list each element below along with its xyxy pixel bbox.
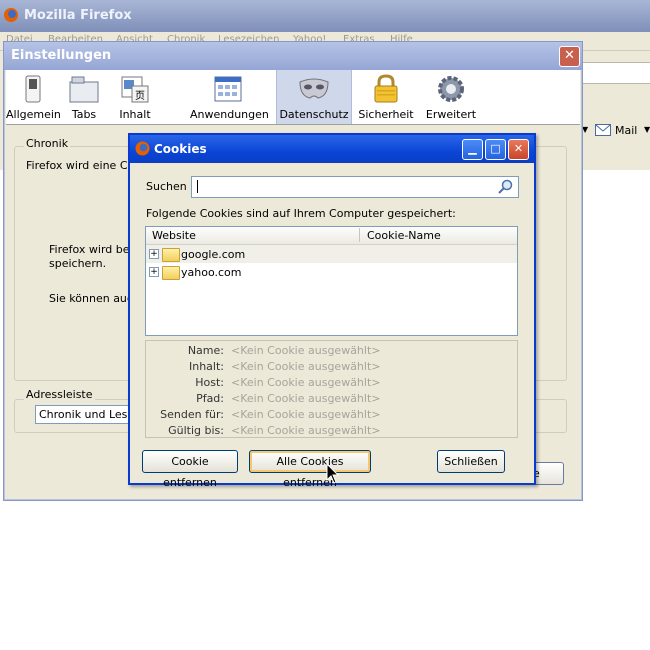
detail-value-senden: <Kein Cookie ausgewählt>	[231, 408, 381, 421]
detail-label-host: Host:	[195, 376, 224, 389]
close-icon: ✕	[564, 48, 575, 63]
svg-text:页: 页	[135, 90, 145, 102]
mask-icon	[299, 78, 329, 99]
close-button[interactable]: Schließen	[437, 450, 505, 473]
tab-label: Inhalt	[119, 108, 151, 121]
tab-anwendungen[interactable]: Anwendungen	[190, 70, 269, 124]
adressleiste-value: Chronik und Leseze	[39, 408, 132, 421]
expand-icon[interactable]: +	[149, 267, 159, 277]
tab-erweitert[interactable]: Erweitert	[422, 70, 480, 124]
site-name: yahoo.com	[181, 266, 242, 279]
mail-dropdown-icon: ▼	[644, 125, 650, 134]
content-icon: 页	[121, 76, 149, 103]
cookies-dialog: Cookies ▁ □ ✕ Suchen Folgende Cookies si…	[128, 133, 536, 489]
cookies-close-button[interactable]: ✕	[508, 139, 529, 160]
expand-icon[interactable]: +	[149, 249, 159, 259]
firefox-url-field[interactable]	[580, 62, 650, 84]
mail-button[interactable]: ▼ Mail ▼	[580, 118, 650, 144]
detail-label-senden: Senden für:	[160, 408, 224, 421]
preferences-title: Einstellungen	[11, 48, 112, 63]
tab-label: Datenschutz	[279, 108, 349, 121]
preferences-toolbar: Allgemein Tabs 页 Inhalt Anwendungen Date…	[6, 70, 580, 125]
tab-allgemein[interactable]: Allgemein	[6, 70, 61, 124]
chronik-text: Sie können auch	[49, 292, 140, 305]
firefox-logo-icon	[135, 141, 150, 156]
preferences-titlebar: Einstellungen ✕	[4, 42, 582, 70]
tab-label: Erweitert	[425, 108, 477, 121]
mail-label: Mail	[615, 124, 638, 137]
detail-label-gueltig: Gültig bis:	[168, 424, 224, 437]
cookies-titlebar: Cookies ▁ □ ✕	[130, 135, 534, 163]
gear-icon	[438, 76, 464, 102]
search-icon[interactable]	[498, 179, 514, 195]
adressleiste-group-label: Adressleiste	[24, 388, 95, 401]
chronik-group-label: Chronik	[24, 137, 71, 150]
site-name: google.com	[181, 248, 246, 261]
adressleiste-select[interactable]: Chronik und Leseze	[35, 405, 133, 424]
search-label: Suchen	[146, 180, 187, 193]
tree-row-google[interactable]: + google.com	[146, 245, 517, 263]
close-icon: ✕	[513, 142, 524, 155]
cookie-list-caption: Folgende Cookies sind auf Ihrem Computer…	[146, 207, 456, 220]
text-cursor	[197, 180, 198, 193]
tabs-icon	[69, 76, 99, 103]
folder-icon	[162, 266, 180, 280]
detail-value-gueltig: <Kein Cookie ausgewählt>	[231, 424, 381, 437]
preferences-close-button[interactable]: ✕	[559, 46, 580, 67]
tab-label: Sicherheit	[358, 108, 414, 121]
minimize-button[interactable]: ▁	[462, 139, 483, 160]
detail-value-host: <Kein Cookie ausgewählt>	[231, 376, 381, 389]
detail-value-inhalt: <Kein Cookie ausgewählt>	[231, 360, 381, 373]
firefox-titlebar: Mozilla Firefox	[0, 0, 650, 32]
detail-label-pfad: Pfad:	[196, 392, 224, 405]
mouse-cursor-icon	[326, 463, 340, 484]
cookie-tree-header: Website Cookie-Name	[146, 227, 517, 245]
cookie-details: Name: <Kein Cookie ausgewählt> Inhalt: <…	[145, 340, 518, 438]
firefox-logo-icon	[4, 8, 18, 22]
tab-label: Anwendungen	[190, 108, 269, 121]
firefox-title: Mozilla Firefox	[24, 8, 132, 23]
tab-label: Tabs	[71, 108, 97, 121]
tab-datenschutz[interactable]: Datenschutz	[276, 70, 352, 124]
column-divider[interactable]	[359, 228, 360, 242]
detail-label-inhalt: Inhalt:	[188, 360, 224, 373]
remove-cookie-button[interactable]: Cookie entfernen	[142, 450, 238, 489]
column-header-website[interactable]: Website	[152, 229, 196, 242]
maximize-icon: □	[490, 142, 501, 155]
chronik-text: speichern.	[49, 257, 107, 270]
cookies-title: Cookies	[154, 142, 207, 156]
tab-sicherheit[interactable]: Sicherheit	[356, 70, 416, 124]
tab-inhalt[interactable]: 页 Inhalt	[108, 70, 162, 124]
remove-all-cookies-button[interactable]: Alle Cookies entfernen	[249, 450, 371, 489]
applications-icon	[214, 76, 242, 102]
switch-icon	[25, 75, 41, 103]
folder-icon	[162, 248, 180, 262]
tab-tabs[interactable]: Tabs	[60, 70, 108, 124]
lock-icon	[374, 74, 398, 103]
minimize-icon: ▁	[468, 142, 477, 155]
detail-value-pfad: <Kein Cookie ausgewählt>	[231, 392, 381, 405]
detail-value-name: <Kein Cookie ausgewählt>	[231, 344, 381, 357]
tree-row-yahoo[interactable]: + yahoo.com	[146, 263, 517, 281]
detail-label-name: Name:	[187, 344, 224, 357]
maximize-button[interactable]: □	[485, 139, 506, 160]
tab-label: Allgemein	[6, 108, 61, 121]
mail-icon	[595, 124, 611, 136]
column-header-cookie-name[interactable]: Cookie-Name	[367, 229, 441, 242]
cookie-tree[interactable]: Website Cookie-Name + google.com + yahoo…	[145, 226, 518, 336]
search-input[interactable]	[191, 176, 519, 198]
